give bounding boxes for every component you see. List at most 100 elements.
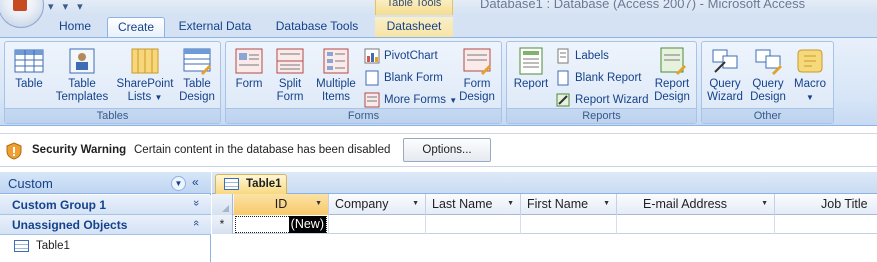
collapse-chevron-icon[interactable]: « <box>190 220 202 226</box>
column-header-label: Job Title <box>821 197 868 211</box>
new-record-row[interactable]: * (New) <box>212 215 877 234</box>
chevron-down-icon[interactable]: ▼ <box>603 194 610 214</box>
blank-report-button[interactable]: Blank Report <box>555 68 641 88</box>
column-header-email-address[interactable]: E-mail Address ▼ <box>617 194 775 215</box>
document-tab-table1[interactable]: Table1 <box>215 174 287 194</box>
tab-external-data[interactable]: External Data <box>170 17 260 38</box>
blank-report-label: Blank Report <box>575 72 642 84</box>
tab-datasheet[interactable]: Datasheet <box>375 17 453 38</box>
form-design-line2: Design <box>459 91 495 103</box>
group-other: Query Wizard Query Design Macro ▼ Other <box>701 41 834 124</box>
office-logo-icon <box>13 0 27 11</box>
chevron-down-icon[interactable]: ▼ <box>315 194 322 214</box>
query-design-line1: Query <box>752 78 784 90</box>
cell-id-new[interactable]: (New) <box>234 215 329 234</box>
query-design-button[interactable]: Query Design <box>747 46 789 104</box>
quick-access-toolbar[interactable]: ▾ ▾ ▾ <box>48 0 86 13</box>
blank-form-label: Blank Form <box>384 72 443 84</box>
multiple-items-icon <box>323 48 349 74</box>
table-button[interactable]: Table <box>9 46 49 91</box>
labels-button[interactable]: Labels <box>555 46 609 66</box>
macro-button[interactable]: Macro ▼ <box>790 46 830 104</box>
nav-item-table1[interactable]: Table1 <box>14 237 70 255</box>
group-tables-label: Tables <box>5 108 220 123</box>
cell-first-name-new[interactable] <box>521 215 617 234</box>
table-design-button[interactable]: Table Design <box>177 46 217 104</box>
multiple-items-button[interactable]: Multiple Items <box>312 46 360 104</box>
datasheet-view: Table1 ID ▼ Company ▼ Last Name ▼ First … <box>212 172 877 262</box>
group-tables: Table Table Templates ▼ SharePoint Lists… <box>4 41 221 124</box>
new-autonumber-value: (New) <box>288 216 326 233</box>
document-tab-label: Table1 <box>246 178 282 190</box>
window-title: Database1 : Database (Access 2007) - Mic… <box>480 0 806 11</box>
query-wizard-icon <box>712 49 738 73</box>
report-design-icon <box>660 47 686 75</box>
chevron-down-icon[interactable]: ▼ <box>412 194 419 214</box>
group-other-label: Other <box>702 108 833 123</box>
chevron-down-icon: ▼ <box>806 93 814 102</box>
nav-header[interactable]: Custom ▼ « <box>0 172 211 194</box>
report-wizard-button[interactable]: Report Wizard <box>555 90 649 110</box>
form-icon <box>235 48 263 74</box>
security-warning-bar: Security Warning Certain content in the … <box>0 133 877 167</box>
tab-create[interactable]: Create <box>107 17 165 38</box>
cell-company-new[interactable] <box>329 215 426 234</box>
ribbon-tabs: Home Create External Data Database Tools… <box>0 15 877 38</box>
new-record-marker[interactable]: * <box>212 215 233 234</box>
tab-database-tools[interactable]: Database Tools <box>267 17 367 38</box>
table-templates-line1: Table <box>68 78 96 90</box>
table-icon <box>14 240 29 252</box>
chevron-down-icon[interactable]: ▼ <box>171 176 186 191</box>
query-wizard-button[interactable]: Query Wizard <box>704 46 746 104</box>
split-form-line1: Split <box>278 78 302 90</box>
multiple-items-line2: Items <box>321 91 351 103</box>
cell-job-title-new[interactable] <box>775 215 877 234</box>
table-icon <box>14 49 44 73</box>
nav-group-unassigned-objects[interactable]: Unassigned Objects « <box>0 215 211 235</box>
chevron-down-icon[interactable]: ▼ <box>507 194 514 214</box>
sharepoint-lists-button[interactable]: SharePoint Lists ▼ <box>113 46 177 104</box>
security-warning-message: Certain content in the database has been… <box>134 144 391 156</box>
more-forms-icon <box>364 92 380 108</box>
expand-chevron-icon[interactable]: » <box>190 200 202 206</box>
chevron-down-icon[interactable]: ▼ <box>761 194 768 214</box>
query-wizard-line1: Query <box>709 78 741 90</box>
tab-home[interactable]: Home <box>50 17 100 38</box>
pivotchart-button[interactable]: PivotChart <box>364 46 438 66</box>
nav-title: Custom <box>8 176 53 191</box>
pivotchart-icon <box>364 48 380 64</box>
form-design-button[interactable]: Form Design <box>456 46 498 104</box>
report-button[interactable]: Report <box>509 46 553 91</box>
column-header-company[interactable]: Company ▼ <box>329 194 426 215</box>
more-forms-button[interactable]: More Forms ▼ <box>364 90 457 110</box>
cell-last-name-new[interactable] <box>426 215 521 234</box>
column-header-job-title[interactable]: Job Title <box>775 194 877 215</box>
nav-group-label: Custom Group 1 <box>12 198 107 212</box>
column-header-first-name[interactable]: First Name ▼ <box>521 194 617 215</box>
column-header-label: Company <box>335 197 389 211</box>
column-header-label: Last Name <box>432 197 493 211</box>
report-wizard-icon <box>556 93 570 107</box>
table-templates-button[interactable]: Table Templates ▼ <box>51 46 113 117</box>
shield-warning-icon <box>6 142 22 160</box>
nav-group-custom-group-1[interactable]: Custom Group 1 » <box>0 195 211 215</box>
split-form-button[interactable]: Split Form <box>270 46 310 104</box>
collapse-pane-icon[interactable]: « <box>192 175 199 189</box>
blank-report-icon <box>557 70 569 86</box>
form-button[interactable]: Form <box>230 46 268 91</box>
column-header-id[interactable]: ID ▼ <box>234 194 329 215</box>
sharepoint-lists-line1: SharePoint <box>116 78 174 90</box>
labels-icon <box>557 48 569 64</box>
report-design-button[interactable]: Report Design <box>650 46 694 104</box>
document-tab-bar: Table1 <box>212 172 877 194</box>
blank-form-button[interactable]: Blank Form <box>364 68 443 88</box>
column-header-label: First Name <box>527 197 589 211</box>
column-header-last-name[interactable]: Last Name ▼ <box>426 194 521 215</box>
query-design-icon <box>755 49 782 75</box>
select-all-corner[interactable] <box>212 194 233 215</box>
cell-email-new[interactable] <box>617 215 775 234</box>
table-design-icon <box>183 48 211 75</box>
title-bar: ▾ ▾ ▾ Table Tools Database1 : Database (… <box>0 0 877 28</box>
group-forms: Form Split Form Multiple Items PivotChar… <box>225 41 502 124</box>
options-button[interactable]: Options... <box>403 138 491 162</box>
